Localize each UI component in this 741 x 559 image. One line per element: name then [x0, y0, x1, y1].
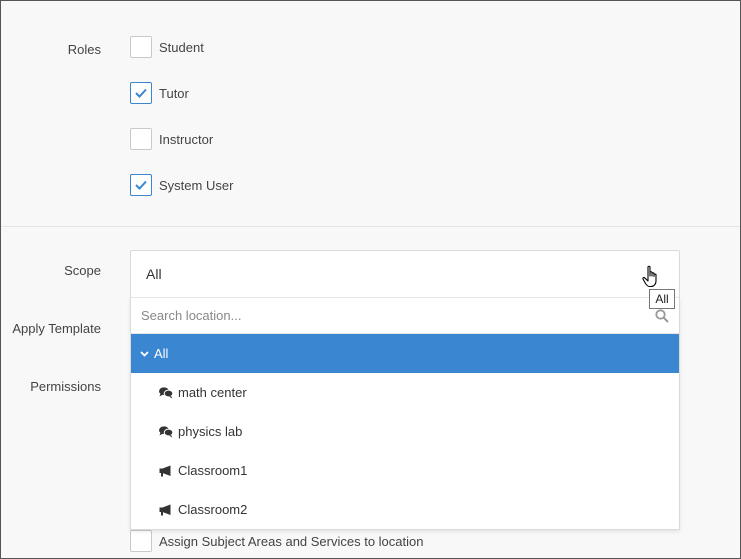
- role-system-user-row[interactable]: System User: [130, 174, 233, 196]
- scope-option-classroom2[interactable]: Classroom2: [131, 490, 679, 529]
- location-search-box[interactable]: [131, 297, 679, 334]
- assign-subject-areas-label: Assign Subject Areas and Services to loc…: [159, 533, 424, 549]
- assign-subject-areas-checkbox[interactable]: [130, 530, 152, 552]
- scope-option-math-center[interactable]: math center: [131, 373, 679, 412]
- permissions-label: Permissions: [30, 379, 101, 394]
- scope-label: Scope: [64, 263, 101, 278]
- scope-option-classroom1[interactable]: Classroom1: [131, 451, 679, 490]
- apply-template-label: Apply Template: [12, 321, 101, 336]
- checkmark-icon: [135, 180, 147, 190]
- scope-option-label: math center: [178, 385, 247, 400]
- role-tutor-label: Tutor: [159, 85, 189, 101]
- hand-cursor-icon: [642, 265, 657, 288]
- scope-select[interactable]: All: [130, 250, 680, 298]
- role-instructor-checkbox[interactable]: [130, 128, 152, 150]
- scope-tooltip: All: [649, 289, 675, 309]
- role-tutor-row[interactable]: Tutor: [130, 82, 189, 104]
- roles-label: Roles: [67, 42, 101, 57]
- scope-option-label: Classroom1: [178, 463, 248, 478]
- scope-selected-value: All: [146, 266, 162, 282]
- scope-option-physics-lab[interactable]: physics lab: [131, 412, 679, 451]
- role-tutor-checkbox[interactable]: [130, 82, 152, 104]
- comments-icon: [159, 425, 173, 438]
- location-search-input[interactable]: [139, 307, 639, 324]
- roles-section: [1, 1, 740, 227]
- scope-option-all[interactable]: All: [131, 334, 679, 373]
- role-instructor-row[interactable]: Instructor: [130, 128, 213, 150]
- scope-option-label: physics lab: [178, 424, 243, 439]
- comments-icon: [159, 386, 173, 399]
- megaphone-icon: [159, 465, 173, 477]
- role-instructor-label: Instructor: [159, 131, 214, 147]
- scope-option-label: Classroom2: [178, 502, 248, 517]
- search-icon: [655, 309, 669, 323]
- chevron-down-icon: [140, 350, 149, 357]
- role-student-checkbox[interactable]: [130, 36, 152, 58]
- megaphone-icon: [159, 504, 173, 516]
- scope-dropdown[interactable]: All math center physics lab Classroom1 C…: [130, 297, 680, 530]
- scope-option-label: All: [154, 346, 169, 361]
- checkmark-icon: [135, 88, 147, 98]
- role-student-label: Student: [159, 39, 204, 55]
- role-system-user-label: System User: [159, 177, 234, 193]
- assign-subject-areas-row[interactable]: Assign Subject Areas and Services to loc…: [130, 530, 423, 552]
- role-student-row[interactable]: Student: [130, 36, 204, 58]
- role-system-user-checkbox[interactable]: [130, 174, 152, 196]
